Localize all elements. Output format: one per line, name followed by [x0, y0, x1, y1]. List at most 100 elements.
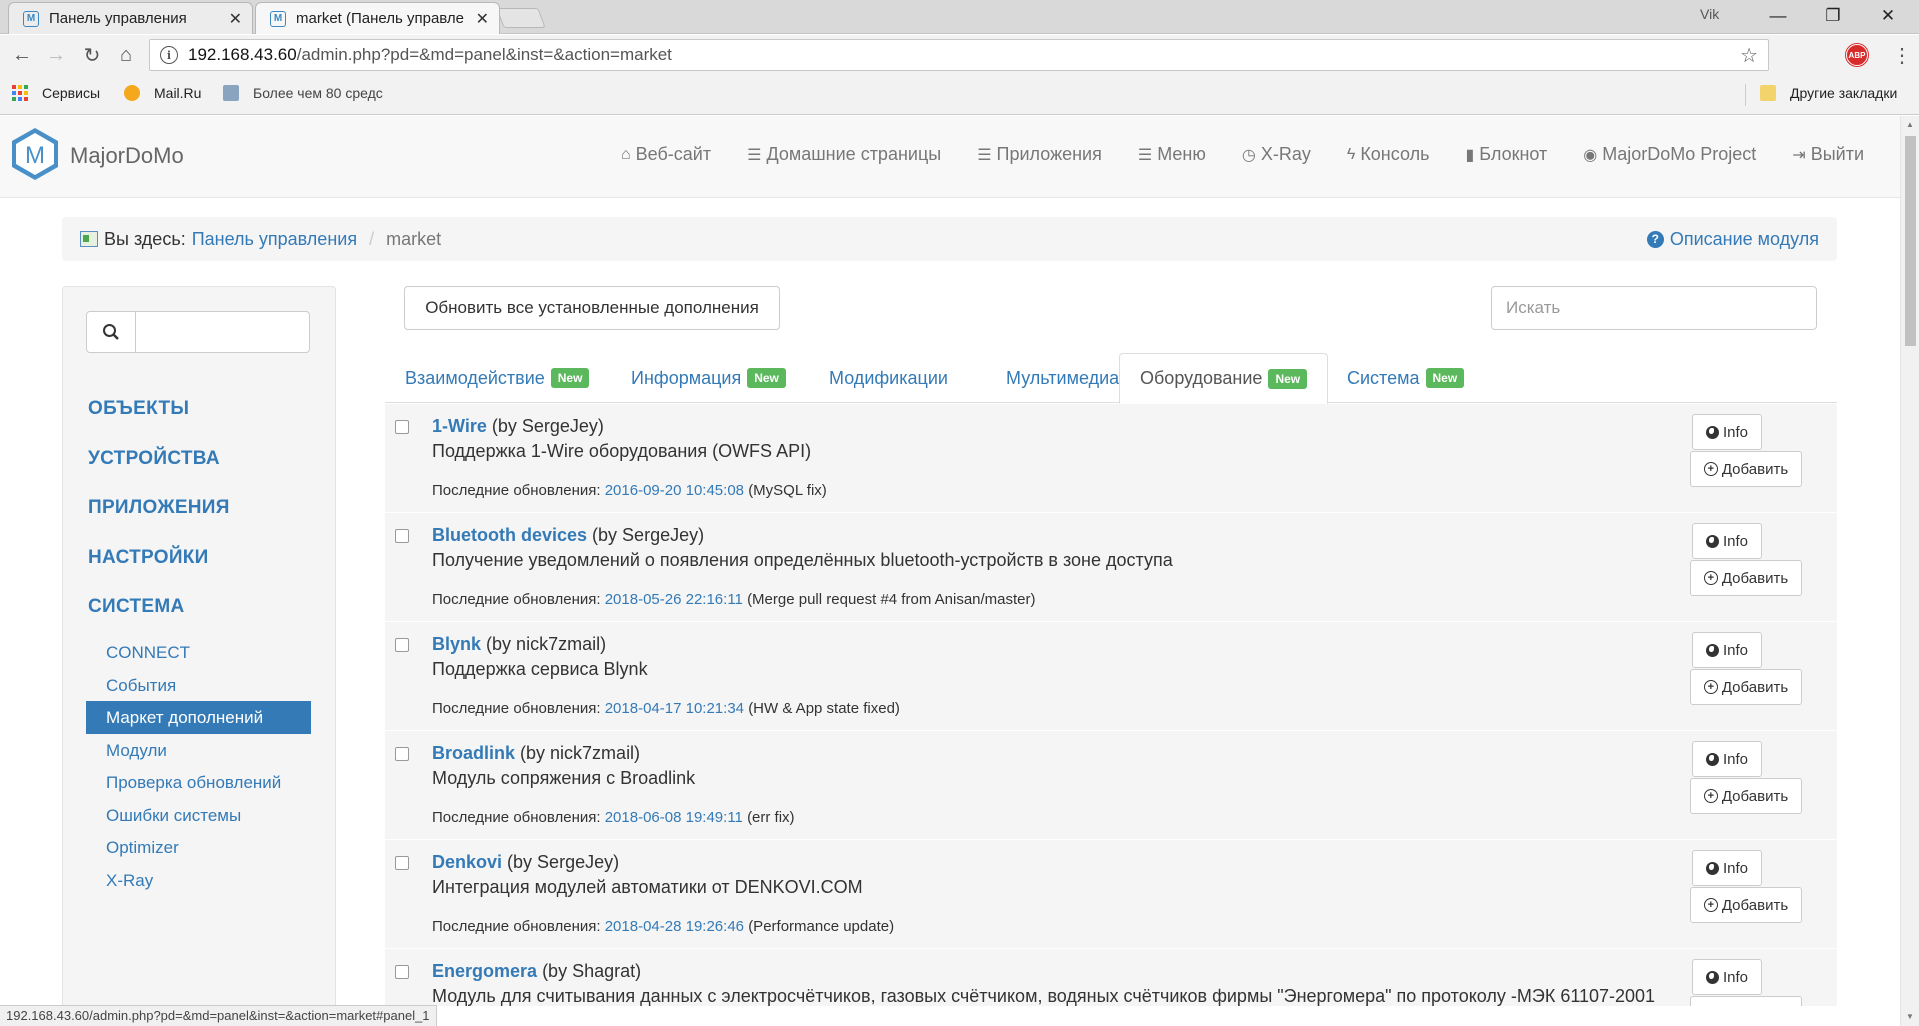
nav-logout[interactable]: ⇥ Выйти [1774, 144, 1882, 165]
minimize-icon[interactable]: — [1756, 3, 1800, 29]
back-arrow-icon[interactable]: ← [10, 43, 34, 67]
module-checkbox[interactable] [395, 420, 409, 434]
home-icon[interactable]: ⌂ [114, 43, 138, 67]
add-button[interactable]: +Добавить [1690, 560, 1802, 596]
brand-name[interactable]: MajorDoMo [70, 143, 184, 169]
module-name-link[interactable]: Broadlink [432, 743, 515, 763]
nav-notebook[interactable]: ▮ Блокнот [1447, 144, 1565, 165]
add-button[interactable]: +Добавить [1690, 996, 1802, 1006]
module-name-link[interactable]: Energomera [432, 961, 537, 981]
nav-console[interactable]: ϟ Консоль [1329, 144, 1448, 165]
module-checkbox[interactable] [395, 529, 409, 543]
sidebar-category-settings[interactable]: НАСТРОЙКИ [88, 547, 209, 569]
search-button[interactable] [86, 311, 136, 353]
tab-information[interactable]: Информация New [611, 353, 806, 403]
module-help-link[interactable]: ? Описание модуля [1646, 229, 1819, 250]
module-checkbox[interactable] [395, 638, 409, 652]
nav-website[interactable]: ⌂ Веб-сайт [603, 144, 729, 165]
tab-interaction[interactable]: Взаимодействие New [385, 353, 609, 403]
profile-name[interactable]: Vik [1700, 6, 1719, 22]
majordomo-logo-icon[interactable]: M [10, 126, 60, 182]
sidebar-search-input[interactable] [136, 311, 310, 353]
address-bar[interactable]: i 192.168.43.60/admin.php?pd=&md=panel&i… [149, 39, 1769, 71]
sidebar-item-xray[interactable]: X-Ray [86, 864, 311, 897]
add-button[interactable]: +Добавить [1690, 887, 1802, 923]
module-name-link[interactable]: Blynk [432, 634, 481, 654]
new-badge: New [1425, 368, 1465, 388]
module-title: Energomera (by Shagrat) [432, 961, 641, 982]
info-button[interactable]: Info [1692, 414, 1762, 450]
module-name-link[interactable]: 1-Wire [432, 416, 487, 436]
scrollbar-thumb[interactable] [1905, 136, 1916, 346]
tab-system[interactable]: Система New [1327, 353, 1484, 403]
sidebar-item-update-check[interactable]: Проверка обновлений [86, 766, 311, 799]
nav-xray[interactable]: ◷ X-Ray [1224, 144, 1329, 165]
breadcrumb: Вы здесь: Панель управления / market ? Оп… [62, 217, 1837, 261]
nav-apps[interactable]: ☰ Приложения [959, 144, 1120, 165]
scroll-down-icon[interactable]: ▼ [1906, 1012, 1914, 1021]
add-button[interactable]: +Добавить [1690, 669, 1802, 705]
info-button[interactable]: Info [1692, 632, 1762, 668]
close-tab-icon[interactable]: ✕ [229, 9, 242, 29]
maximize-icon[interactable]: ❐ [1811, 3, 1855, 29]
bookmark-more[interactable]: Более чем 80 средс [223, 85, 383, 101]
page-scrollbar[interactable]: ▲ ▼ [1900, 116, 1919, 1026]
tab-multimedia[interactable]: Мультимедиа [986, 353, 1139, 403]
tab-hardware[interactable]: Оборудование New [1119, 353, 1329, 404]
update-date-link[interactable]: 2018-04-17 10:21:34 [605, 700, 744, 717]
update-all-button[interactable]: Обновить все установленные дополнения [404, 286, 780, 330]
module-checkbox[interactable] [395, 747, 409, 761]
info-button[interactable]: Info [1692, 741, 1762, 777]
sidebar-item-modules[interactable]: Модули [86, 734, 311, 767]
sidebar-item-system-errors[interactable]: Ошибки системы [86, 799, 311, 832]
module-checkbox[interactable] [395, 965, 409, 979]
info-button[interactable]: Info [1692, 850, 1762, 886]
forward-arrow-icon[interactable]: → [44, 43, 68, 67]
url-text[interactable]: 192.168.43.60/admin.php?pd=&md=panel&ins… [188, 45, 672, 65]
chrome-menu-icon[interactable]: ⋮ [1892, 43, 1912, 68]
bookmark-mailru[interactable]: Mail.Ru [124, 85, 201, 101]
info-button[interactable]: Info [1692, 959, 1762, 995]
scroll-up-icon[interactable]: ▲ [1906, 120, 1914, 129]
adblock-plus-icon[interactable]: ABP [1846, 44, 1868, 66]
bookmark-services[interactable]: Сервисы [12, 85, 100, 101]
nav-project[interactable]: ◉ MajorDoMo Project [1565, 144, 1774, 165]
browser-tab-market[interactable]: M market (Панель управле ✕ [255, 2, 500, 34]
sidebar-category-system[interactable]: СИСТЕМА [88, 596, 185, 618]
folder-icon [1760, 85, 1776, 101]
other-bookmarks[interactable]: Другие закладки [1760, 85, 1897, 101]
site-info-icon[interactable]: i [160, 46, 178, 64]
sidebar-item-market[interactable]: Маркет дополнений [86, 701, 311, 734]
update-date-link[interactable]: 2016-09-20 10:45:08 [605, 482, 744, 499]
market-search-input[interactable] [1491, 286, 1817, 330]
sidebar-item-events[interactable]: События [86, 669, 311, 702]
breadcrumb-prefix: Вы здесь: [104, 228, 186, 249]
updated-label: Последние обновления: [432, 809, 601, 826]
sidebar-category-objects[interactable]: ОБЪЕКТЫ [88, 398, 189, 420]
new-tab-button[interactable] [496, 8, 546, 28]
module-name-link[interactable]: Denkovi [432, 852, 502, 872]
breadcrumb-parent-link[interactable]: Панель управления [192, 229, 357, 250]
close-tab-icon[interactable]: ✕ [476, 9, 489, 29]
update-date-link[interactable]: 2018-05-26 22:16:11 [605, 591, 743, 608]
sidebar-item-optimizer[interactable]: Optimizer [86, 831, 311, 864]
nav-home-pages[interactable]: ☰ Домашние страницы [729, 144, 959, 165]
module-name-link[interactable]: Bluetooth devices [432, 525, 587, 545]
nav-menu[interactable]: ☰ Меню [1120, 144, 1224, 165]
sidebar-category-apps[interactable]: ПРИЛОЖЕНИЯ [88, 497, 230, 519]
sidebar-category-devices[interactable]: УСТРОЙСТВА [88, 448, 220, 470]
update-date-link[interactable]: 2018-04-28 19:26:46 [605, 918, 744, 935]
add-button[interactable]: +Добавить [1690, 451, 1802, 487]
module-checkbox[interactable] [395, 856, 409, 870]
info-button[interactable]: Info [1692, 523, 1762, 559]
sidebar-item-connect[interactable]: CONNECT [86, 636, 311, 669]
update-date-link[interactable]: 2018-06-08 19:49:11 [605, 809, 743, 826]
browser-tab-strip: M Панель управления ✕ M market (Панель у… [0, 0, 1919, 34]
bookmark-star-icon[interactable]: ☆ [1740, 43, 1758, 68]
reload-icon[interactable]: ↻ [80, 43, 104, 67]
close-icon[interactable]: ✕ [1866, 3, 1910, 29]
bookmark-label: Более чем 80 средс [253, 85, 383, 101]
tab-modifications[interactable]: Модификации [809, 353, 968, 403]
add-button[interactable]: +Добавить [1690, 778, 1802, 814]
browser-tab-panel[interactable]: M Панель управления ✕ [8, 2, 253, 34]
